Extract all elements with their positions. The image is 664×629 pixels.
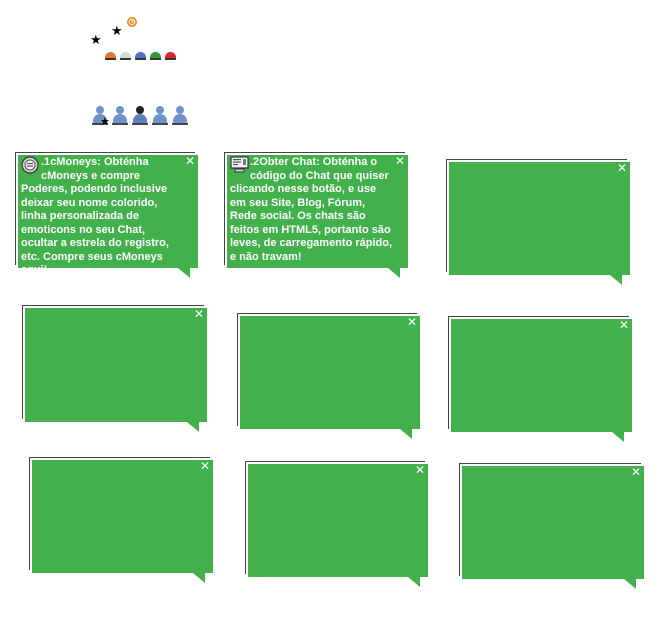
coin-icon (21, 156, 39, 174)
empty-bubble[interactable]: ✕ (25, 308, 207, 432)
close-icon[interactable]: ✕ (407, 316, 417, 328)
empty-bubble[interactable]: ✕ (32, 460, 213, 583)
star-icon: ★ (90, 32, 102, 47)
bubble-tail (400, 429, 412, 439)
bubble-tail (612, 432, 624, 442)
bubble-number: .1 (41, 156, 51, 168)
clock-icon: ◷ (127, 17, 137, 27)
close-icon[interactable]: ✕ (200, 460, 210, 472)
empty-bubble[interactable]: ✕ (449, 162, 630, 285)
close-icon[interactable]: ✕ (185, 155, 195, 167)
bubble-tail (408, 577, 420, 587)
bubble-tail (178, 268, 190, 278)
cmoneys-bubble[interactable]: .1cMoneys: Obténha cMoneys e compre Pode… (18, 155, 198, 278)
close-icon[interactable]: ✕ (415, 464, 425, 476)
computer-icon (230, 156, 249, 174)
obter-chat-bubble[interactable]: .2Obter Chat: Obténha o código do Chat q… (227, 155, 408, 278)
bubble-title: cMoneys: (50, 156, 101, 168)
bubble-description: Obténha cMoneys e compre Poderes, podend… (21, 156, 169, 263)
user-icon (172, 106, 188, 126)
bubble-tail (388, 268, 400, 278)
bubble-description: Obténha o código do Chat que quiser clic… (230, 156, 393, 263)
close-icon[interactable]: ✕ (395, 155, 405, 167)
close-icon[interactable]: ✕ (194, 308, 204, 320)
close-icon[interactable]: ✕ (619, 319, 629, 331)
green-cap-icon (150, 52, 161, 60)
bubble-tail (187, 422, 199, 432)
cmoneys-buy-link[interactable]: aqui! (21, 264, 47, 276)
red-cap-icon (165, 52, 176, 60)
empty-bubble[interactable]: ✕ (462, 466, 644, 589)
bubble-title: Obter Chat: (259, 156, 320, 168)
white-cap-icon (120, 52, 131, 60)
bubble-tail (624, 579, 636, 589)
bubble-tail (193, 573, 205, 583)
empty-bubble[interactable]: ✕ (451, 319, 632, 442)
empty-bubble[interactable]: ✕ (240, 316, 420, 439)
orange-cap-icon (105, 52, 116, 60)
close-icon[interactable]: ✕ (631, 466, 641, 478)
obter-chat-text: .2Obter Chat: Obténha o código do Chat q… (230, 156, 394, 264)
close-icon[interactable]: ✕ (617, 162, 627, 174)
user-icon (152, 106, 168, 126)
blue-cap-icon (135, 52, 146, 60)
cmoneys-text: .1cMoneys: Obténha cMoneys e compre Pode… (21, 156, 184, 278)
user-icon (132, 106, 148, 126)
empty-bubble[interactable]: ✕ (248, 464, 428, 587)
user-icon (112, 106, 128, 126)
bubble-tail (610, 275, 622, 285)
bubble-number: .2 (250, 156, 260, 168)
star-icon: ★ (111, 23, 123, 38)
star-icon: ★ (100, 116, 110, 128)
